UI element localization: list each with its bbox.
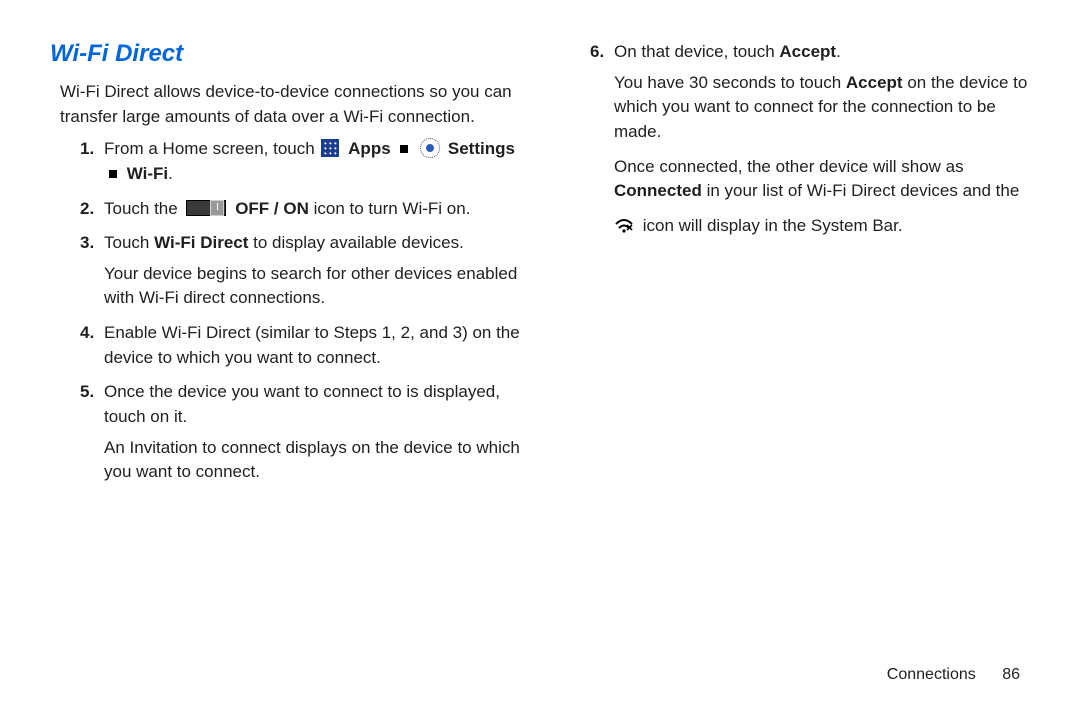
accept-label: Accept: [846, 73, 903, 92]
section-title: Wi-Fi Direct: [50, 40, 520, 68]
period: .: [836, 42, 841, 61]
apps-label: Apps: [348, 139, 391, 158]
step-number: 3.: [80, 231, 104, 311]
step-3: 3. Touch Wi-Fi Direct to display availab…: [80, 231, 520, 311]
page-footer: Connections 86: [887, 666, 1020, 684]
step-text: From a Home screen, touch: [104, 139, 319, 158]
step-number: 1.: [80, 137, 104, 186]
apps-icon: [321, 139, 339, 157]
step-text: to display available devices.: [253, 233, 464, 252]
step-2: 2. Touch the OFF / ON icon to turn Wi-Fi…: [80, 197, 520, 222]
result-paragraph: Once connected, the other device will sh…: [614, 155, 1030, 204]
result-text: icon will display in the System Bar.: [643, 216, 903, 235]
step-6: 6. On that device, touch Accept. You hav…: [590, 40, 1030, 145]
connected-label: Connected: [614, 181, 702, 200]
step-4: 4. Enable Wi-Fi Direct (similar to Steps…: [80, 321, 520, 370]
step-text: Touch the: [104, 199, 182, 218]
toggle-off-on-icon: [186, 200, 226, 216]
step-1: 1. From a Home screen, touch Apps Settin…: [80, 137, 520, 186]
step-number: 5.: [80, 380, 104, 485]
right-column: 6. On that device, touch Accept. You hav…: [560, 40, 1030, 495]
settings-icon: [420, 138, 440, 158]
step-number: 4.: [80, 321, 104, 370]
left-column: Wi-Fi Direct Wi-Fi Direct allows device-…: [50, 40, 520, 495]
step-continuation: An Invitation to connect displays on the…: [104, 436, 520, 485]
result-text: in your list of Wi-Fi Direct devices and…: [707, 181, 1020, 200]
footer-section: Connections: [887, 666, 976, 683]
settings-label: Settings: [448, 139, 515, 158]
step-number: 6.: [590, 40, 614, 145]
step-text: icon to turn Wi-Fi on.: [314, 199, 471, 218]
result-paragraph-2: icon will display in the System Bar.: [614, 214, 1030, 242]
step-text: Touch: [104, 233, 154, 252]
wifi-label: Wi-Fi: [127, 164, 168, 183]
step-text: Once the device you want to connect to i…: [104, 382, 500, 426]
step-number: 2.: [80, 197, 104, 222]
result-text: Once connected, the other device will sh…: [614, 157, 964, 176]
step-text: Enable Wi-Fi Direct (similar to Steps 1,…: [104, 321, 520, 370]
wifi-direct-icon: [614, 216, 634, 242]
step-continuation: You have 30 seconds to touch: [614, 73, 846, 92]
arrow-icon: [109, 170, 117, 178]
off-on-label: OFF / ON: [235, 199, 309, 218]
step-continuation: Your device begins to search for other d…: [104, 262, 520, 311]
wifi-direct-label: Wi-Fi Direct: [154, 233, 248, 252]
intro-text: Wi-Fi Direct allows device-to-device con…: [60, 80, 520, 129]
step-text: On that device, touch: [614, 42, 779, 61]
accept-label: Accept: [779, 42, 836, 61]
step-5: 5. Once the device you want to connect t…: [80, 380, 520, 485]
footer-page-number: 86: [1002, 666, 1020, 683]
arrow-icon: [400, 145, 408, 153]
period: .: [168, 164, 173, 183]
